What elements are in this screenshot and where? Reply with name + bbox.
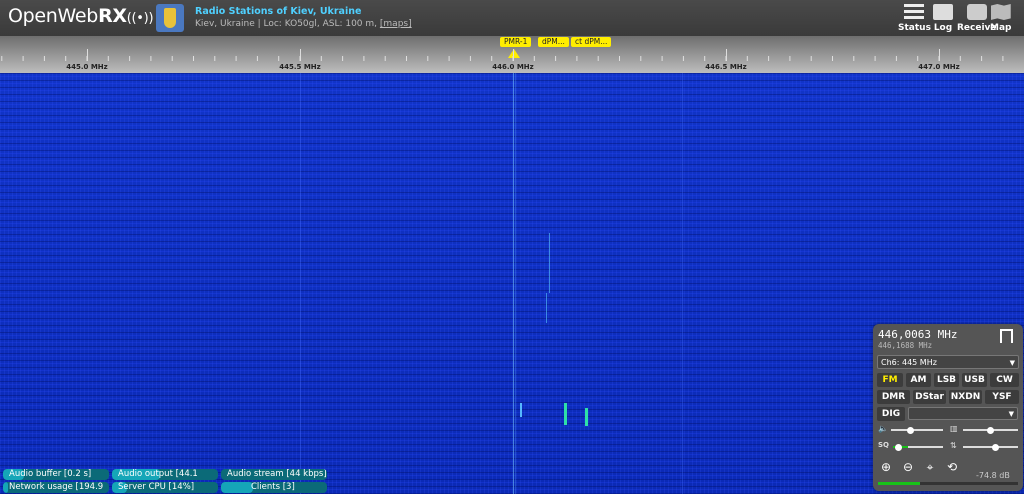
volume-icon: 🔈 xyxy=(878,424,888,433)
signal-trace xyxy=(300,73,301,494)
crest-icon xyxy=(164,8,176,28)
squelch-slider[interactable] xyxy=(893,443,943,451)
gain-slider[interactable] xyxy=(963,443,1018,451)
chevron-down-icon: ▼ xyxy=(1009,359,1015,367)
clients-bar: Clients [3] xyxy=(221,482,327,493)
map-icon xyxy=(990,4,1011,20)
noise-reduction-icon: ▥ xyxy=(950,424,958,433)
logo-suffix: RX xyxy=(98,5,127,27)
signal-trace xyxy=(549,233,550,293)
zoom-to-signal-icon[interactable]: ⌖ xyxy=(922,460,938,474)
log-button[interactable]: Log xyxy=(933,4,953,33)
mode-button-nxdn[interactable]: NXDN xyxy=(949,390,982,404)
volume-slider[interactable] xyxy=(891,426,943,434)
preset-value: Ch6: 445 MHz xyxy=(881,358,937,367)
clients-label: Clients [3] xyxy=(251,482,295,492)
squelch-knob[interactable] xyxy=(895,443,903,451)
frequency-scale[interactable]: PMR-1 dPM... ct dPM... 445.0 MHz 445.5 M… xyxy=(0,36,1024,73)
network-usage-label: Network usage [194.9 xyxy=(9,482,104,492)
receiver-location: Kiev, Ukraine | Loc: KO50gl, ASL: 100 m,… xyxy=(195,19,412,29)
audio-output-bar: Audio output [44.1 xyxy=(112,469,218,480)
header-bar: OpenWebRX((•)) Radio Stations of Kiev, U… xyxy=(0,0,1024,36)
noise-reduction-knob[interactable] xyxy=(987,426,994,434)
log-icon xyxy=(933,4,953,20)
map-button[interactable]: Map xyxy=(990,4,1011,33)
receiver-avatar[interactable] xyxy=(156,4,184,32)
audio-buffer-bar: Audio buffer [0.2 s] xyxy=(3,469,109,480)
receive-icon xyxy=(966,4,987,20)
mode-button-lsb[interactable]: LSB xyxy=(934,373,959,387)
signal-burst xyxy=(564,403,567,425)
offset-frequency-display: 446,1688 MHz xyxy=(878,341,933,350)
mode-button-usb[interactable]: USB xyxy=(962,373,987,387)
frequency-display[interactable]: 446,0063 MHz xyxy=(878,328,957,341)
noise-reduction-slider[interactable] xyxy=(963,426,1018,434)
zoom-out-icon[interactable]: ⊖ xyxy=(900,460,916,474)
server-cpu-label: Server CPU [14%] xyxy=(118,482,195,492)
zoom-in-icon[interactable]: ⊕ xyxy=(878,460,894,474)
chevron-down-icon: ▼ xyxy=(1008,410,1014,418)
openwebrx-logo[interactable]: OpenWebRX((•)) xyxy=(8,5,154,27)
receiver-panel: 446,0063 MHz 446,1688 MHz Ch6: 445 MHz ▼… xyxy=(873,324,1023,491)
log-label: Log xyxy=(933,23,953,33)
scale-minor-ticks xyxy=(1,56,1004,61)
preset-select[interactable]: Ch6: 445 MHz ▼ xyxy=(877,355,1019,369)
signal-burst xyxy=(585,408,588,426)
signal-trace xyxy=(515,73,516,494)
gain-icon: ⇅ xyxy=(950,441,957,450)
audio-stream-label: Audio stream [44 kbps] xyxy=(227,469,327,479)
audio-output-label: Audio output [44.1 xyxy=(118,469,198,479)
gain-knob[interactable] xyxy=(991,443,999,451)
mode-button-am[interactable]: AM xyxy=(906,373,931,387)
mode-button-dstar[interactable]: DStar xyxy=(913,390,946,404)
receiver-location-text: Kiev, Ukraine | Loc: KO50gl, ASL: 100 m, xyxy=(195,19,378,29)
bookmark-icon[interactable] xyxy=(1000,329,1013,344)
mode-button-dig[interactable]: DIG xyxy=(877,407,905,421)
digital-mode-select[interactable]: ▼ xyxy=(908,407,1018,420)
status-icon xyxy=(904,4,925,20)
audio-stream-bar: Audio stream [44 kbps] xyxy=(221,469,327,480)
mode-button-ysf[interactable]: YSF xyxy=(985,390,1019,404)
receiver-title: Radio Stations of Kiev, Ukraine xyxy=(195,6,362,17)
status-label: Status xyxy=(898,23,931,33)
network-usage-bar: Network usage [194.9 xyxy=(3,482,109,493)
squelch-icon: SQ xyxy=(878,441,889,449)
zoom-reset-icon[interactable]: ⟲ xyxy=(944,460,960,474)
map-label: Map xyxy=(990,23,1012,33)
audio-buffer-label: Audio buffer [0.2 s] xyxy=(9,469,92,479)
signal-trace xyxy=(513,73,514,494)
radio-waves-icon: ((•)) xyxy=(126,11,154,26)
mode-button-dmr[interactable]: DMR xyxy=(877,390,910,404)
signal-trace xyxy=(546,293,547,323)
smeter-bar xyxy=(878,482,1018,485)
volume-knob[interactable] xyxy=(906,426,914,434)
server-cpu-bar: Server CPU [14%] xyxy=(112,482,218,493)
status-button[interactable]: Status xyxy=(898,4,931,33)
signal-trace xyxy=(682,73,683,494)
maps-link[interactable]: [maps] xyxy=(380,19,412,29)
signal-burst xyxy=(520,403,522,417)
smeter-value: -74.8 dB xyxy=(976,471,1010,480)
mode-button-fm[interactable]: FM xyxy=(877,373,903,387)
logo-prefix: OpenWeb xyxy=(8,5,99,27)
mode-button-cw[interactable]: CW xyxy=(990,373,1019,387)
waterfall-display[interactable] xyxy=(0,73,1024,494)
